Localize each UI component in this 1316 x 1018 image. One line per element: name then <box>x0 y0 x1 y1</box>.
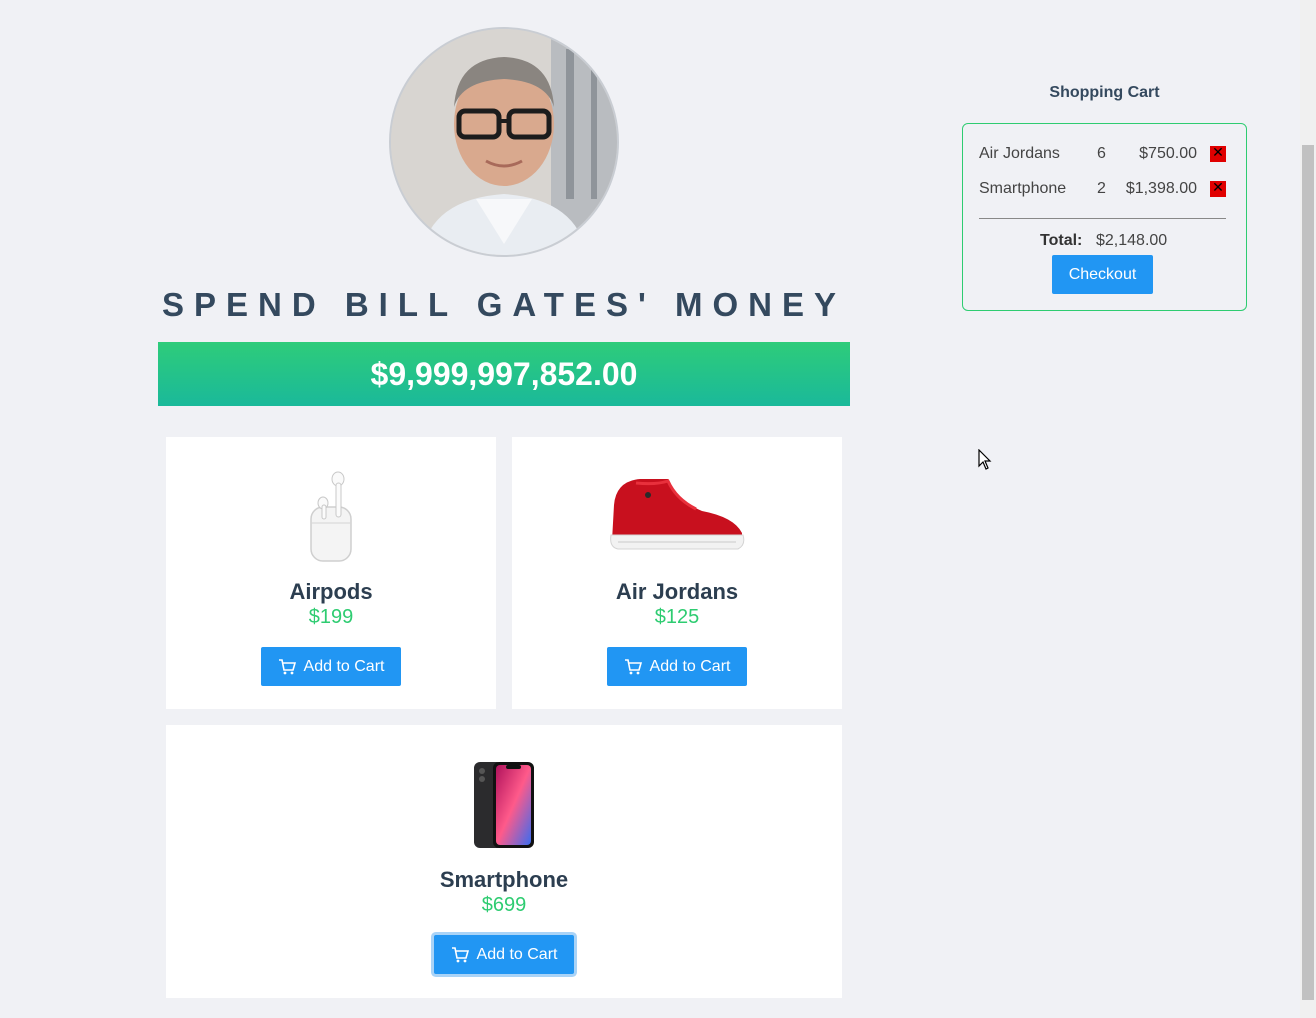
product-price: $699 <box>481 894 527 916</box>
sneaker-image <box>610 479 745 550</box>
remove-icon[interactable]: ✕ <box>1210 181 1226 197</box>
checkout-button[interactable]: Checkout <box>1052 255 1153 294</box>
product-card-air-jordans: Air Jordans $125 Add to Cart <box>512 437 842 709</box>
divider <box>979 218 1226 219</box>
cart-item-name: Air Jordans <box>979 145 1060 162</box>
cart-item-qty: 2 <box>1097 180 1106 197</box>
add-to-cart-label: Add to Cart <box>303 657 385 675</box>
profile-photo <box>391 29 617 255</box>
cart-item: Smartphone 2 $1,398.00 ✕ <box>979 180 1229 204</box>
product-price: $125 <box>654 606 700 628</box>
total-value: $2,148.00 <box>1096 232 1168 249</box>
add-to-cart-label: Add to Cart <box>649 657 731 675</box>
cart-item-qty: 6 <box>1097 145 1106 162</box>
cart-item: Air Jordans 6 $750.00 ✕ <box>979 145 1229 169</box>
product-card-smartphone: Smartphone $699 Add to Cart <box>166 725 842 998</box>
balance-banner: $9,999,997,852.00 <box>158 342 850 406</box>
product-card-airpods: Airpods $199 Add to Cart <box>166 437 496 709</box>
add-to-cart-button[interactable]: Add to Cart <box>607 647 747 686</box>
cart-item-total: $1,398.00 <box>1125 180 1197 197</box>
product-name: Airpods <box>289 579 373 604</box>
shopping-cart: Air Jordans 6 $750.00 ✕ Smartphone 2 $1,… <box>962 123 1247 311</box>
add-to-cart-button[interactable]: Add to Cart <box>261 647 401 686</box>
remove-icon[interactable]: ✕ <box>1210 146 1226 162</box>
cart-item-total: $750.00 <box>1139 145 1197 162</box>
product-name: Air Jordans <box>615 579 739 604</box>
cart-icon <box>624 658 642 674</box>
page-title: SPEND BILL GATES' MONEY <box>161 286 846 323</box>
airpods-image <box>310 471 352 562</box>
cart-icon <box>451 946 469 962</box>
scrollbar[interactable] <box>1300 0 1316 1018</box>
product-name: Smartphone <box>439 867 569 892</box>
smartphone-image <box>474 762 534 848</box>
add-to-cart-button[interactable]: Add to Cart <box>434 935 574 974</box>
cart-icon <box>278 658 296 674</box>
total-label: Total: <box>1040 232 1083 249</box>
add-to-cart-label: Add to Cart <box>476 945 558 963</box>
cart-title: Shopping Cart <box>1049 84 1160 101</box>
product-price: $199 <box>308 606 354 628</box>
scrollbar-thumb[interactable] <box>1302 145 1314 1000</box>
avatar <box>389 27 619 257</box>
cart-item-name: Smartphone <box>979 180 1067 197</box>
mouse-cursor-icon <box>978 449 992 470</box>
